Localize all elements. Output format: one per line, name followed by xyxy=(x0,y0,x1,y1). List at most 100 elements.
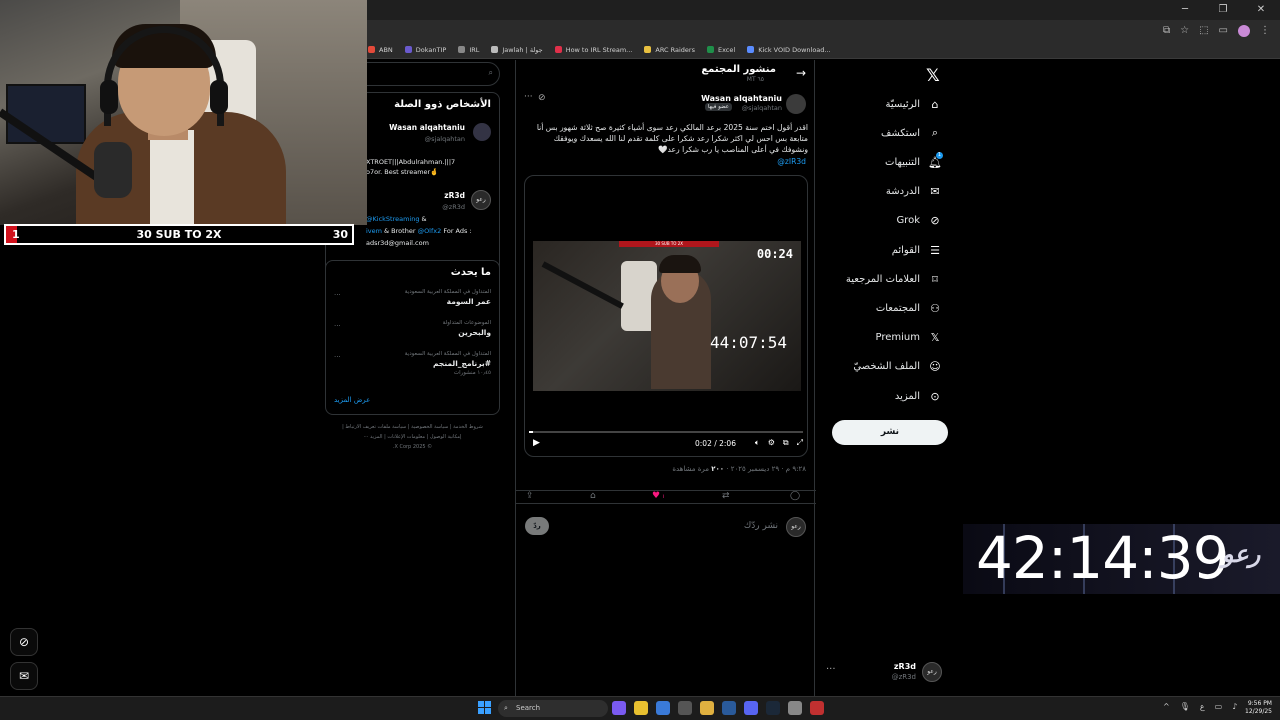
bio-link[interactable]: ivem xyxy=(366,227,382,235)
steam-icon[interactable] xyxy=(766,701,780,715)
play-icon[interactable]: ▶ xyxy=(533,438,540,448)
footer-links: شروط الخدمة | سياسة الخصوصية | سياسة ملف… xyxy=(325,422,500,452)
trend-item[interactable]: الموضوعات المتداولة والبحرين xyxy=(331,320,491,339)
profile-avatar-icon[interactable] xyxy=(1238,24,1250,37)
explorer-icon[interactable] xyxy=(678,701,692,715)
mic-icon[interactable]: 🎙︎ xyxy=(1180,702,1190,711)
repost-icon[interactable]: ⇄ xyxy=(722,491,730,501)
app-icon[interactable] xyxy=(788,701,802,715)
more-dots-icon[interactable]: ··· xyxy=(524,92,533,102)
bookmark-item[interactable]: DokanTIP xyxy=(404,46,446,54)
close-icon[interactable]: ✕ xyxy=(1242,0,1280,20)
trend-more-icon[interactable]: ··· xyxy=(334,291,341,299)
store-icon[interactable] xyxy=(722,701,736,715)
trend-more-icon[interactable]: ··· xyxy=(334,322,341,330)
nav-item[interactable]: ⊘ Grok xyxy=(896,214,942,228)
author-name[interactable]: Wasan alqahtaniu xyxy=(701,94,782,103)
post-button[interactable]: نشر xyxy=(832,420,948,445)
menu-dots-icon[interactable]: ⋮ xyxy=(1260,25,1270,36)
bookmark-item[interactable]: Kick VOID Download... xyxy=(747,46,831,54)
bio-link[interactable]: @Olfx2 xyxy=(418,227,442,235)
trend-item[interactable]: المتداول في المملكة العربية السعودية عمر … xyxy=(331,289,491,308)
trends-title: ما يحدث xyxy=(450,267,491,278)
post-timestamp[interactable]: ٩:٢٨ م · ٢٩ ديسمبر ٢٠٢٥ · xyxy=(724,465,806,473)
account-switcher[interactable]: ··· zR3d @zR3d رعو xyxy=(820,660,950,684)
network-icon[interactable]: ▭ xyxy=(1215,702,1223,711)
more-dots-icon[interactable]: ··· xyxy=(826,664,836,675)
related-user-avatar[interactable] xyxy=(473,123,491,141)
bio-link[interactable]: @KickStreaming xyxy=(366,215,419,223)
bookmark-item[interactable]: Jawlah | جولة xyxy=(491,46,543,54)
bookmark-item[interactable]: ABN xyxy=(368,46,393,54)
nav-item[interactable]: ⊙ المزيد xyxy=(895,389,942,403)
post-mention-link[interactable]: @zIR3d xyxy=(777,157,806,166)
like-button[interactable]: ♥ ١ xyxy=(652,491,665,501)
x-logo-icon[interactable]: 𝕏 xyxy=(926,66,940,86)
bookmark-icon[interactable]: ⌂ xyxy=(590,491,596,501)
related-user-name[interactable]: zR3d xyxy=(444,191,465,200)
nav-item[interactable]: 🔔︎ 1 التنبيهات xyxy=(885,152,943,169)
extensions-icon[interactable]: ⬚ xyxy=(1199,25,1208,36)
star-icon[interactable]: ☆ xyxy=(1180,25,1189,36)
nav-item[interactable]: ⌑ العلامات المرجعية xyxy=(846,272,942,286)
author-avatar[interactable] xyxy=(786,94,806,114)
nav-item[interactable]: ☺ الملف الشخصيّ xyxy=(853,360,942,374)
like-count: ١ xyxy=(662,494,666,500)
bookmark-item[interactable]: Excel xyxy=(706,46,735,54)
video-player[interactable]: 30 SUB TO 2X 00:24 44:07:54 ▶ 0:02 / 2:0… xyxy=(524,175,808,457)
video-frame[interactable]: 30 SUB TO 2X 00:24 44:07:54 xyxy=(533,241,801,391)
nav-item[interactable]: ⌕ استكشف xyxy=(881,126,942,140)
page-title: منشور المجتمع xyxy=(701,64,776,75)
related-user-handle[interactable]: @zR3d xyxy=(442,203,465,211)
video-progress-bar[interactable] xyxy=(529,431,803,433)
grok-icon[interactable]: ⊘ xyxy=(538,93,546,103)
sidepanel-icon[interactable]: ▭ xyxy=(1219,25,1228,36)
install-icon[interactable]: ⧉ xyxy=(1163,25,1170,36)
bookmark-label: ABN xyxy=(379,45,393,54)
reply-icon[interactable]: ◯ xyxy=(790,491,800,501)
maximize-icon[interactable]: ❐ xyxy=(1204,0,1242,20)
chrome-icon[interactable] xyxy=(634,701,648,715)
reply-submit-button[interactable]: ردّ xyxy=(525,517,549,535)
footer-line[interactable]: شروط الخدمة | سياسة الخصوصية | سياسة ملف… xyxy=(325,422,500,432)
bookmark-item[interactable]: ARC Raiders xyxy=(644,46,695,54)
bookmark-item[interactable]: How to IRL Stream... xyxy=(554,46,632,54)
app-icon[interactable] xyxy=(810,701,824,715)
nav-item-label: Grok xyxy=(896,215,920,227)
discord-icon[interactable] xyxy=(744,701,758,715)
related-user-name[interactable]: Wasan alqahtaniu xyxy=(389,123,465,132)
volume-icon[interactable]: ♪ xyxy=(1232,702,1237,711)
taskbar-clock[interactable]: 9:56 PM 12/29/25 xyxy=(1245,700,1272,716)
language-icon[interactable]: ع xyxy=(1200,702,1205,711)
bookmark-item[interactable]: IRL xyxy=(458,46,479,54)
taskbar-search[interactable]: ⌕ Search xyxy=(498,700,608,717)
show-more-link[interactable]: عرض المزيد xyxy=(334,396,370,404)
trend-more-icon[interactable]: ··· xyxy=(334,353,341,361)
author-handle[interactable]: @sjalqahtan xyxy=(742,104,782,112)
nav-item[interactable]: ⌂ الرئيسيّة xyxy=(886,97,942,111)
trend-item[interactable]: المتداول في المملكة العربية السعودية #برن… xyxy=(331,351,491,376)
nav-item[interactable]: ✉ الدردشة xyxy=(886,185,942,199)
footer-line[interactable]: إمكانية الوصول | معلومات الإعلانات | الم… xyxy=(325,432,500,442)
fullscreen-icon[interactable]: ⤢ xyxy=(797,438,803,448)
windows-start-icon[interactable] xyxy=(478,701,492,715)
reply-input[interactable]: نشر ردّك xyxy=(744,521,778,531)
nav-item-label: الدردشة xyxy=(885,186,920,198)
grok-float-icon[interactable]: ⊘ xyxy=(10,628,38,656)
related-user-avatar[interactable]: رعو xyxy=(471,190,491,210)
share-icon[interactable]: ⇪ xyxy=(526,491,534,501)
app-icon[interactable] xyxy=(656,701,670,715)
pip-icon[interactable]: ⧉ xyxy=(783,438,789,448)
chevron-up-icon[interactable]: ^ xyxy=(1163,702,1170,711)
settings-gear-icon[interactable]: ⚙ xyxy=(768,438,775,448)
volume-icon[interactable]: 🔈︎ xyxy=(755,438,760,448)
folder-icon[interactable] xyxy=(700,701,714,715)
nav-item[interactable]: ☰ القوائم xyxy=(892,243,942,257)
messages-float-icon[interactable]: ✉ xyxy=(10,662,38,690)
nav-item[interactable]: ⚇ المجتمعات xyxy=(876,301,942,315)
back-arrow-icon[interactable]: → xyxy=(796,66,806,80)
nav-item[interactable]: 𝕏 Premium xyxy=(876,331,943,345)
related-user-handle[interactable]: @sjalqahtan xyxy=(425,135,465,143)
minimize-icon[interactable]: ─ xyxy=(1166,0,1204,20)
copilot-icon[interactable] xyxy=(612,701,626,715)
